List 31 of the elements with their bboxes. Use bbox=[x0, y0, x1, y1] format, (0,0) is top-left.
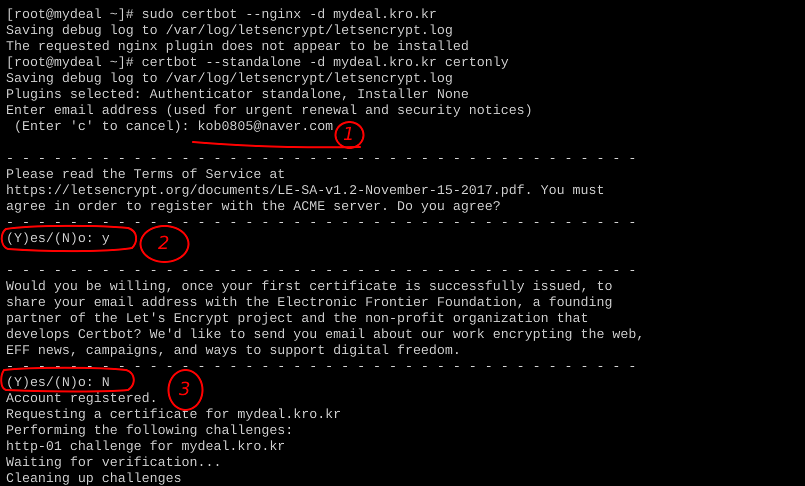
terminal-line: (Enter 'c' to cancel): kob0805@naver.com bbox=[12, 119, 334, 134]
terminal-line: Plugins selected: Authenticator standalone, Installer None bbox=[6, 87, 469, 102]
terminal-line: [root@mydeal ~]# sudo certbot --nginx -d mydeal.kro.kr bbox=[6, 7, 437, 22]
terminal-line: Requesting a certificate for mydeal.kro.kr bbox=[6, 407, 342, 422]
terminal-line: Account registered. bbox=[6, 391, 158, 406]
terminal-line: agree in order to register with the ACME server. Do you agree? bbox=[6, 199, 501, 214]
terminal-line: Would you be willing, once your first certificate is successfully issued, to bbox=[6, 279, 612, 294]
terminal-line: [root@mydeal ~]# certbot --standalone -d mydeal.kro.kr certonly bbox=[6, 55, 509, 70]
terminal-line: (Y)es/(N)o: y bbox=[6, 231, 110, 246]
terminal-line: Performing the following challenges: bbox=[6, 423, 294, 438]
terminal-line: partner of the Let's Encrypt project and the non-profit organization that bbox=[6, 311, 588, 326]
terminal-line: Waiting for verification... bbox=[6, 455, 222, 470]
terminal-line: (Y)es/(N)o: N bbox=[6, 375, 110, 390]
terminal-line: Please read the Terms of Service at bbox=[6, 167, 286, 182]
terminal-line: develops Certbot? We'd like to send you email about our work encrypting the web, bbox=[6, 327, 644, 342]
terminal-line: Cleaning up challenges bbox=[6, 471, 182, 486]
terminal-line: https://letsencrypt.org/documents/LE-SA-v1.2-November-15-2017.pdf. You must bbox=[6, 183, 604, 198]
terminal-line: EFF news, campaigns, and ways to support digital freedom. bbox=[6, 343, 461, 358]
terminal-line: Saving debug log to /var/log/letsencrypt/letsencrypt.log bbox=[6, 71, 453, 86]
annotation-number: 1 bbox=[343, 124, 354, 146]
terminal-line: The requested nginx plugin does not appear to be installed bbox=[6, 39, 469, 54]
annotation-number: 3 bbox=[179, 379, 190, 401]
terminal-line: Saving debug log to /var/log/letsencrypt/letsencrypt.log bbox=[6, 23, 453, 38]
terminal-line: - - - - - - - - - - - - - - - - - - - - - - - - - - - - - - - - - - - - - - - - bbox=[6, 359, 636, 374]
annotation-number: 2 bbox=[158, 233, 170, 255]
terminal-line: share your email address with the Electronic Frontier Foundation, a founding bbox=[6, 295, 612, 310]
terminal-line: - - - - - - - - - - - - - - - - - - - - - - - - - - - - - - - - - - - - - - - - bbox=[6, 263, 636, 278]
terminal-line: - - - - - - - - - - - - - - - - - - - - - - - - - - - - - - - - - - - - - - - - bbox=[6, 151, 636, 166]
terminal-line: Enter email address (used for urgent renewal and security notices) bbox=[6, 103, 533, 118]
terminal-line: - - - - - - - - - - - - - - - - - - - - - - - - - - - - - - - - - - - - - - - - bbox=[6, 215, 636, 230]
terminal-line: http-01 challenge for mydeal.kro.kr bbox=[6, 439, 286, 454]
